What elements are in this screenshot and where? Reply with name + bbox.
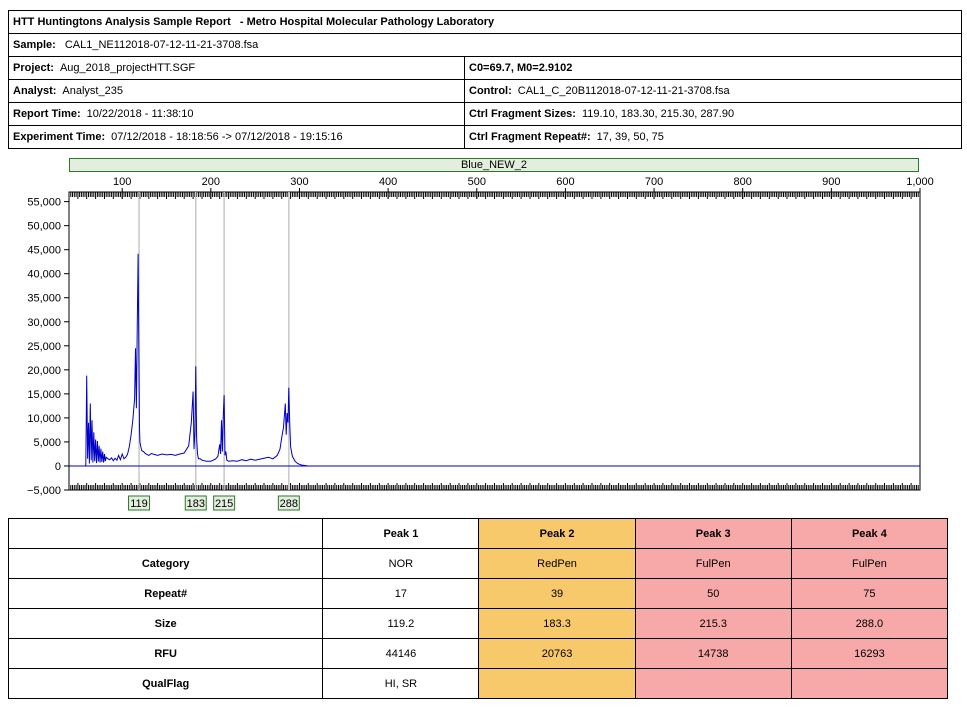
peak-1-qualflag: HI, SR (322, 668, 480, 699)
peak-4-header: Peak 4 (790, 518, 949, 549)
peak-2-header: Peak 2 (478, 518, 636, 549)
peak-2-rfu: 20763 (478, 638, 636, 669)
ctrl-sizes-value: 119.10, 183.30, 215.30, 287.90 (581, 108, 735, 120)
x-tick-label: 900 (822, 176, 840, 188)
peak-1-repeat: 17 (322, 578, 480, 609)
repeat-label: Repeat# (7, 578, 324, 609)
report-title: HTT Huntingtons Analysis Sample Report (13, 16, 231, 28)
peak-2-size: 183.3 (478, 608, 636, 639)
report-title-row: HTT Huntingtons Analysis Sample Report -… (9, 11, 961, 34)
project-row: Project: Aug_2018_projectHTT.SGF C0=69.7… (9, 57, 961, 80)
peak-3-category: FulPen (634, 548, 792, 579)
electropherogram-plot[interactable]: 100 200 300 400 500 600 700 800 900 1,000 55,000 50… (0, 172, 967, 514)
y-tick-label: 40,000 (27, 269, 61, 281)
x-tick-label: 600 (556, 176, 574, 188)
category-label: Category (7, 548, 324, 579)
sample-label: Sample: (13, 39, 56, 51)
peak-4-rfu: 16293 (790, 638, 949, 669)
report-time-label: Report Time: (13, 108, 81, 120)
y-tick-label: 5,000 (33, 437, 61, 449)
y-tick-label: 25,000 (27, 341, 61, 353)
size-row: Size 119.2 183.3 215.3 288.0 (7, 608, 949, 639)
peak-label: 119 (130, 498, 148, 510)
peak-4-size: 288.0 (790, 608, 949, 639)
control-value: CAL1_C_20B112018-07-12-11-21-3708.fsa (517, 85, 730, 97)
qualflag-label: QualFlag (7, 668, 324, 699)
peak-3-size: 215.3 (634, 608, 792, 639)
y-tick-label: 0 (55, 461, 61, 473)
y-tick-label: 20,000 (27, 365, 61, 377)
y-tick-label: 50,000 (27, 221, 61, 233)
report-header: HTT Huntingtons Analysis Sample Report -… (8, 10, 962, 149)
peak-2-repeat: 39 (478, 578, 636, 609)
lab-name: - Metro Hospital Molecular Pathology Lab… (239, 16, 495, 28)
analyst-row: Analyst: Analyst_235 Control: CAL1_C_20B… (9, 80, 961, 103)
report-time-value: 10/22/2018 - 11:38:10 (86, 108, 194, 120)
peak-1-category: NOR (322, 548, 480, 579)
x-tick-label: 400 (379, 176, 397, 188)
x-tick-label: 800 (734, 176, 752, 188)
peak-3-rfu: 14738 (634, 638, 792, 669)
analyst-label: Analyst: (13, 85, 57, 97)
qualflag-row: QualFlag HI, SR (7, 668, 949, 699)
rfu-row: RFU 44146 20763 14738 16293 (7, 638, 949, 669)
peak-2-category: RedPen (478, 548, 636, 579)
sample-row: Sample: CAL1_NE112018-07-12-11-21-3708.f… (9, 34, 961, 57)
size-label: Size (7, 608, 324, 639)
control-label: Control: (469, 85, 512, 97)
x-tick-label: 1,000 (906, 176, 934, 188)
report-time-row: Report Time: 10/22/2018 - 11:38:10 Ctrl … (9, 103, 961, 126)
x-tick-label: 100 (113, 176, 131, 188)
ctrl-sizes-label: Ctrl Fragment Sizes: (469, 108, 576, 120)
peak-4-category: FulPen (790, 548, 949, 579)
peak-label: 183 (187, 498, 205, 510)
y-tick-label: 55,000 (27, 197, 61, 209)
x-tick-label: 500 (468, 176, 486, 188)
x-tick-label: 700 (645, 176, 663, 188)
experiment-time-value: 07/12/2018 - 18:18:56 -> 07/12/2018 - 19… (111, 131, 343, 143)
ctrl-repeat-value: 17, 39, 50, 75 (596, 131, 664, 143)
experiment-time-label: Experiment Time: (13, 131, 106, 143)
analyst-value: Analyst_235 (62, 85, 123, 97)
dye-label-bar: Blue_NEW_2 (69, 158, 919, 172)
peak-1-size: 119.2 (322, 608, 480, 639)
y-tick-label: −5,000 (27, 485, 61, 497)
experiment-time-row: Experiment Time: 07/12/2018 - 18:18:56 -… (9, 126, 961, 149)
peak-4-qualflag (790, 668, 949, 699)
peak-label: 215 (215, 498, 233, 510)
y-tick-label: 10,000 (27, 413, 61, 425)
project-value: Aug_2018_projectHTT.SGF (59, 62, 196, 74)
peak-3-qualflag (634, 668, 792, 699)
rfu-label: RFU (7, 638, 324, 669)
peak-header-row: Peak 1 Peak 2 Peak 3 Peak 4 (7, 518, 949, 549)
ctrl-repeat-label: Ctrl Fragment Repeat#: (469, 131, 591, 143)
repeat-row: Repeat# 17 39 50 75 (7, 578, 949, 609)
y-tick-label: 35,000 (27, 293, 61, 305)
x-tick-label: 300 (290, 176, 308, 188)
sample-value: CAL1_NE112018-07-12-11-21-3708.fsa (64, 39, 259, 51)
peak-3-header: Peak 3 (634, 518, 792, 549)
y-tick-label: 45,000 (27, 245, 61, 257)
y-tick-label: 15,000 (27, 389, 61, 401)
peak-3-repeat: 50 (634, 578, 792, 609)
peak-2-qualflag (478, 668, 636, 699)
x-tick-label: 200 (202, 176, 220, 188)
peak-1-header: Peak 1 (322, 518, 480, 549)
peak-table: Peak 1 Peak 2 Peak 3 Peak 4 Category NOR… (7, 518, 949, 699)
y-tick-label: 30,000 (27, 317, 61, 329)
project-label: Project: (13, 62, 54, 74)
peak-label: 288 (280, 498, 298, 510)
c0-m0-value: C0=69.7, M0=2.9102 (469, 62, 573, 74)
peak-1-rfu: 44146 (322, 638, 480, 669)
peak-4-repeat: 75 (790, 578, 949, 609)
category-row: Category NOR RedPen FulPen FulPen (7, 548, 949, 579)
